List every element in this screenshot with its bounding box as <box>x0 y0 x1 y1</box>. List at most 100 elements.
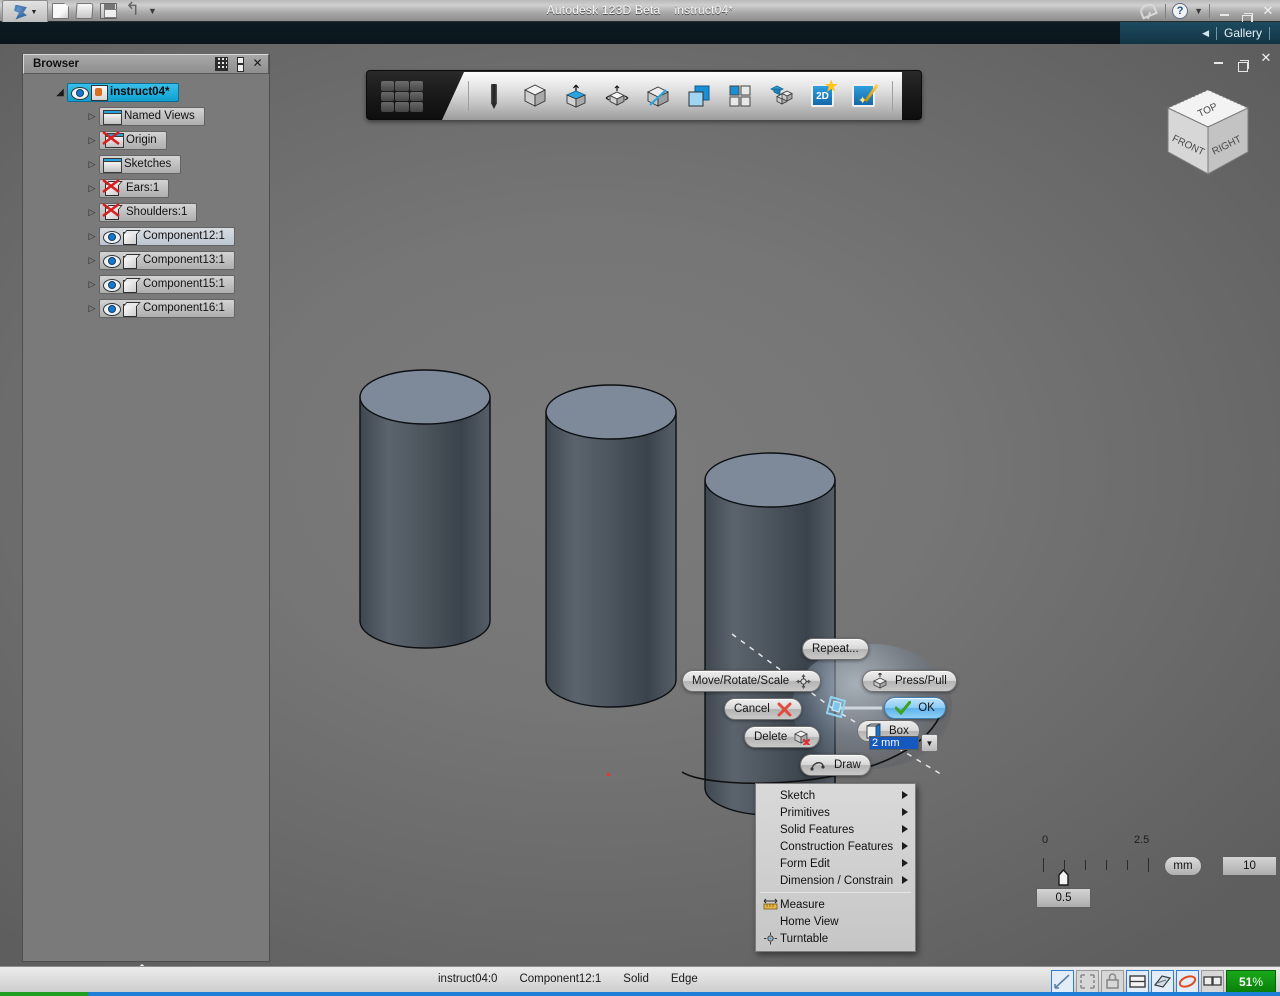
sidebar-item-named-views[interactable]: Named Views <box>99 107 205 126</box>
smart-tools-icon[interactable]: ✦ <box>847 80 879 112</box>
pattern-icon[interactable] <box>724 80 756 112</box>
visibility-eye-icon[interactable] <box>103 303 119 314</box>
cylinder-2[interactable] <box>545 384 677 714</box>
3d-viewport[interactable]: Browser ✕ ◢ instruct04* ▷ <box>0 44 1280 966</box>
marking-item-ok[interactable]: OK <box>884 697 946 719</box>
expand-arrow-icon[interactable]: ▷ <box>85 207 99 218</box>
visibility-eye-icon[interactable] <box>71 87 87 98</box>
tree-row-component15[interactable]: ▷ Component15:1 <box>23 272 269 296</box>
scale-value-field[interactable]: 0.5 <box>1036 888 1091 908</box>
context-menu-item-turntable[interactable]: Turntable <box>756 930 915 947</box>
expand-arrow-icon[interactable]: ▷ <box>85 183 99 194</box>
marking-item-move-rotate-scale[interactable]: Move/Rotate/Scale <box>682 670 821 692</box>
collapse-arrow-icon[interactable]: ◀ <box>1202 28 1209 39</box>
sidebar-item-origin[interactable]: Origin <box>99 131 167 150</box>
expand-arrow-icon[interactable]: ▷ <box>85 255 99 266</box>
box-tool-widget[interactable]: Box 2 mm ▼ <box>857 720 920 742</box>
doc-minimize-button[interactable] <box>1210 53 1226 64</box>
combine-icon[interactable] <box>683 80 715 112</box>
tree-row-ears[interactable]: ▷ Ears:1 <box>23 176 269 200</box>
context-menu-item-home-view[interactable]: Home View <box>756 913 915 930</box>
help-caret-icon[interactable]: ▼ <box>1194 3 1203 19</box>
visibility-eye-icon[interactable] <box>103 231 119 242</box>
expand-arrow-icon[interactable]: ▷ <box>85 303 99 314</box>
tree-row-named-views[interactable]: ▷ Named Views <box>23 104 269 128</box>
marking-item-delete[interactable]: Delete <box>744 726 820 748</box>
box-dimension-dropdown[interactable]: ▼ <box>921 734 938 752</box>
panel-grid-icon[interactable] <box>215 57 228 71</box>
marking-item-press-pull[interactable]: Press/Pull <box>862 670 957 692</box>
scale-slider-handle[interactable] <box>1058 869 1069 886</box>
tree-label: Named Views <box>124 110 195 122</box>
hidden-x-icon <box>101 178 123 196</box>
marking-item-draw[interactable]: Draw <box>800 754 871 776</box>
sidebar-item-component16[interactable]: Component16:1 <box>99 299 235 318</box>
expand-arrow-icon[interactable]: ▷ <box>85 159 99 170</box>
share-icon[interactable] <box>1139 2 1159 19</box>
move-gizmo-icon <box>796 674 811 689</box>
modify-icon[interactable] <box>642 80 674 112</box>
snap-icon[interactable] <box>1051 970 1074 993</box>
sidebar-item-component15[interactable]: Component15:1 <box>99 275 235 294</box>
context-menu-item-solid-features[interactable]: Solid Features <box>756 821 915 838</box>
grid-size-field[interactable]: 10 <box>1222 856 1277 876</box>
marking-item-cancel[interactable]: Cancel <box>724 698 802 720</box>
panel-close-icon[interactable]: ✕ <box>251 57 264 71</box>
expand-arrow-icon[interactable]: ▷ <box>85 111 99 122</box>
drawing-2d-icon[interactable]: 2D★ <box>806 80 838 112</box>
visibility-eye-icon[interactable] <box>103 279 119 290</box>
construct-features-icon[interactable] <box>601 80 633 112</box>
sidebar-item-ears[interactable]: Ears:1 <box>99 179 169 198</box>
window-minimize-button[interactable] <box>1216 5 1232 16</box>
visibility-eye-icon[interactable] <box>103 255 119 266</box>
expand-arrow-icon[interactable]: ▷ <box>85 279 99 290</box>
tree-row-sketches[interactable]: ▷ Sketches <box>23 152 269 176</box>
context-menu-item-primitives[interactable]: Primitives <box>756 804 915 821</box>
constraints-icon[interactable] <box>1076 970 1099 993</box>
tree-row-component16[interactable]: ▷ Component16:1 <box>23 296 269 320</box>
context-menu-item-measure[interactable]: Measure <box>756 896 915 913</box>
zoom-level-indicator[interactable]: 51% <box>1226 970 1276 993</box>
primitives-cube-icon[interactable] <box>519 80 551 112</box>
tree-row-component13[interactable]: ▷ Component13:1 <box>23 248 269 272</box>
cylinder-1[interactable] <box>359 369 491 654</box>
context-menu-item-sketch[interactable]: Sketch <box>756 787 915 804</box>
status-progress-green <box>0 992 88 996</box>
tree-row-shoulders[interactable]: ▷ Shoulders:1 <box>23 200 269 224</box>
context-menu-item-construction-features[interactable]: Construction Features <box>756 838 915 855</box>
panel-split-icon[interactable] <box>233 57 246 71</box>
grid-icon[interactable] <box>1126 970 1149 993</box>
sidebar-item-component12[interactable]: Component12:1 <box>99 227 235 246</box>
gallery-tab[interactable]: ◀ Gallery <box>1120 22 1280 44</box>
tree-row-component12[interactable]: ▷ Component12:1 <box>23 224 269 248</box>
sidebar-item-sketches[interactable]: Sketches <box>99 155 181 174</box>
context-menu-item-dimension-constrain[interactable]: Dimension / Constrain <box>756 872 915 889</box>
tree-row-origin[interactable]: ▷ Origin <box>23 128 269 152</box>
viewport-scroll-nub[interactable] <box>0 958 290 966</box>
context-menu-item-form-edit[interactable]: Form Edit <box>756 855 915 872</box>
sidebar-item-shoulders[interactable]: Shoulders:1 <box>99 203 197 222</box>
expand-arrow-icon[interactable]: ▷ <box>85 135 99 146</box>
app-cube-icon[interactable] <box>381 81 423 112</box>
help-icon[interactable]: ? <box>1172 3 1188 19</box>
units-button[interactable]: mm <box>1164 856 1202 876</box>
tree-row-instruct04[interactable]: ◢ instruct04* <box>23 80 269 104</box>
expand-arrow-icon[interactable]: ◢ <box>53 87 67 98</box>
delete-cube-icon <box>794 730 810 745</box>
sidebar-item-instruct04[interactable]: instruct04* <box>67 83 179 102</box>
box-dimension-input[interactable]: 2 mm <box>869 736 919 750</box>
marking-item-repeat[interactable]: Repeat... <box>802 638 869 660</box>
orbit-red-icon[interactable] <box>1176 970 1199 993</box>
window-close-button[interactable]: ✕ <box>1260 3 1276 19</box>
assembly-icon[interactable] <box>765 80 797 112</box>
divider <box>1209 4 1210 18</box>
expand-arrow-icon[interactable]: ▷ <box>85 231 99 242</box>
plane-icon[interactable] <box>1151 970 1174 993</box>
sketch-pencil-icon[interactable] <box>478 80 510 112</box>
solid-features-icon[interactable] <box>560 80 592 112</box>
layout-icon[interactable] <box>1201 970 1224 993</box>
doc-close-button[interactable]: ✕ <box>1258 50 1274 66</box>
sidebar-item-component13[interactable]: Component13:1 <box>99 251 235 270</box>
view-cube[interactable]: TOP FRONT RIGHT <box>1162 86 1254 182</box>
lock-icon[interactable] <box>1101 970 1124 993</box>
